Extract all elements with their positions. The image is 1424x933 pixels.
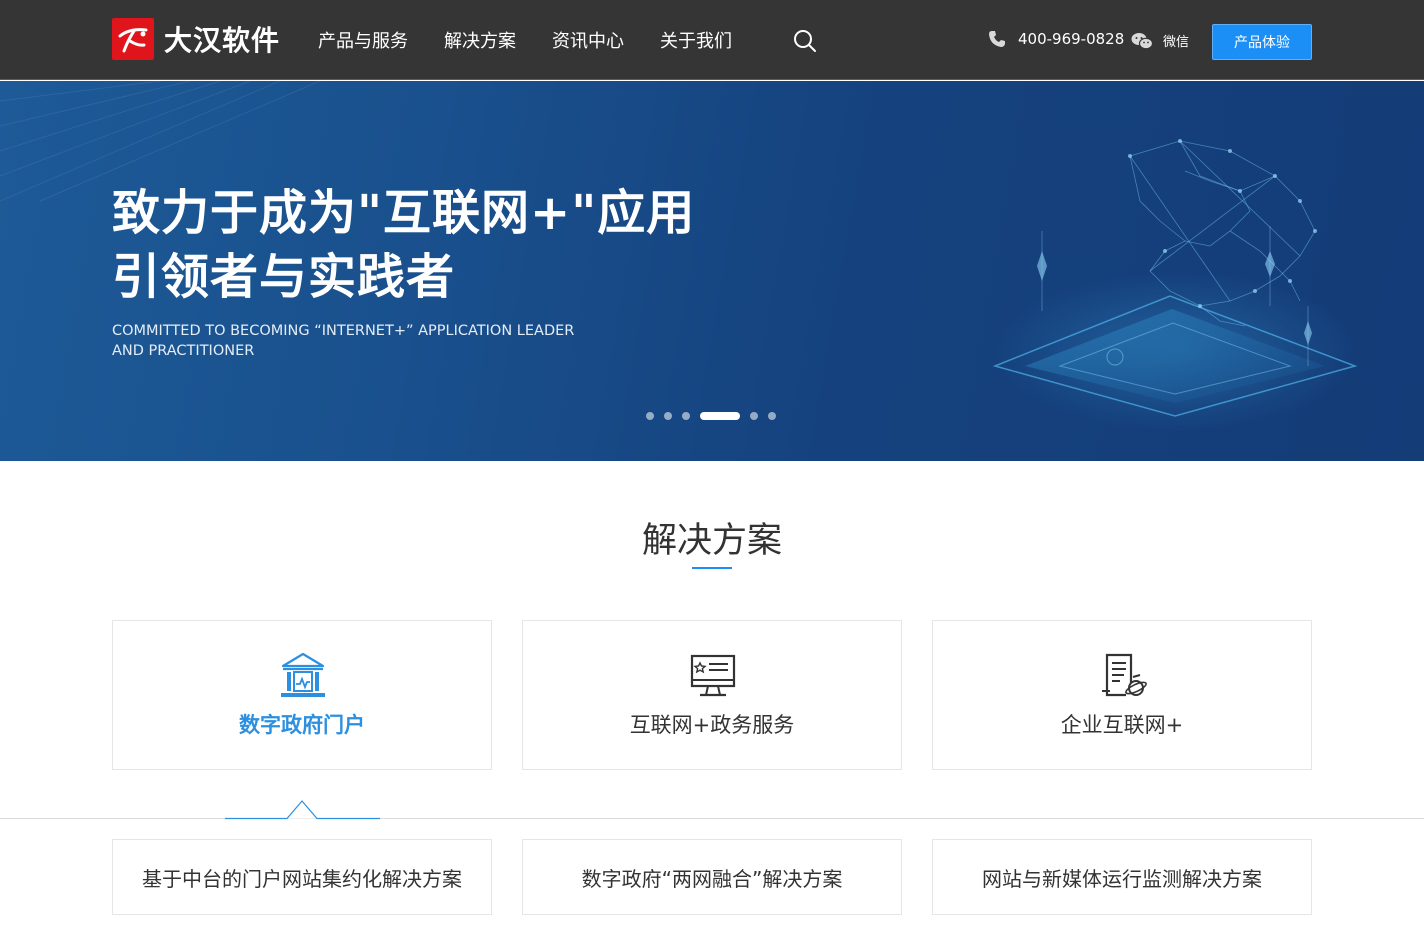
runner-logo-icon xyxy=(112,18,154,60)
solution-card-label: 数字政府门户 xyxy=(239,713,365,737)
solution-card-digital-government-portal[interactable]: 数字政府门户 xyxy=(112,620,492,770)
solution-card-enterprise-internet-plus[interactable]: 企业互联网+ xyxy=(932,620,1312,770)
banner-headline-line1: 致力于成为"互联网+"应用 xyxy=(112,185,696,241)
carousel-dot[interactable] xyxy=(768,412,776,420)
solution-card-label: 互联网+政务服务 xyxy=(629,713,795,737)
brand-logo[interactable]: 大汉软件 xyxy=(112,18,280,60)
carousel-dot-active[interactable] xyxy=(700,412,740,420)
carousel-dot[interactable] xyxy=(750,412,758,420)
title-underline xyxy=(692,567,732,569)
phone-icon xyxy=(989,31,1005,47)
top-header: 大汉软件 产品与服务 解决方案 资讯中心 关于我们 400-969-0828 微… xyxy=(0,0,1424,80)
solution-card-label: 企业互联网+ xyxy=(1060,713,1184,737)
wechat-icon xyxy=(1131,32,1153,49)
carousel-dot[interactable] xyxy=(682,412,690,420)
government-building-icon xyxy=(281,652,325,697)
banner-subtitle: COMMITTED TO BECOMING “INTERNET+” APPLIC… xyxy=(112,321,592,361)
nav-item-news[interactable]: 资讯中心 xyxy=(534,27,642,53)
banner-headline-line2: 引领者与实践者 xyxy=(112,249,456,305)
wechat-label: 微信 xyxy=(1163,35,1190,50)
sub-solution-item[interactable]: 数字政府“两网融合”解决方案 xyxy=(522,839,902,915)
product-trial-button[interactable]: 产品体验 xyxy=(1212,24,1312,60)
wechat-link[interactable]: 微信 xyxy=(1131,31,1189,50)
phone-number: 400-969-0828 xyxy=(1018,30,1125,48)
nav-item-products[interactable]: 产品与服务 xyxy=(300,27,426,53)
carousel-dots xyxy=(646,412,786,420)
hero-banner: 致力于成为"互联网+"应用 引领者与实践者 COMMITTED TO BECOM… xyxy=(0,81,1424,461)
nav-item-solutions[interactable]: 解决方案 xyxy=(426,27,534,53)
carousel-dot[interactable] xyxy=(646,412,654,420)
active-card-pointer xyxy=(225,800,380,820)
brand-name: 大汉软件 xyxy=(164,24,281,57)
section-title: 解决方案 xyxy=(641,521,782,561)
carousel-dot[interactable] xyxy=(664,412,672,420)
banner-headline: 致力于成为"互联网+"应用 引领者与实践者 xyxy=(112,181,695,309)
hotline: 400-969-0828 xyxy=(988,30,1124,48)
monitor-dashboard-icon xyxy=(690,654,736,697)
solution-card-internet-plus-gov-services[interactable]: 互联网+政务服务 xyxy=(522,620,902,770)
sub-solution-item[interactable]: 基于中台的门户网站集约化解决方案 xyxy=(112,839,492,915)
search-icon[interactable] xyxy=(792,28,818,54)
sub-solution-item[interactable]: 网站与新媒体运行监测解决方案 xyxy=(932,839,1312,915)
banner-subtitle-line1: COMMITTED TO BECOMING “INTERNET+” APPLIC… xyxy=(112,323,575,339)
nav-item-about[interactable]: 关于我们 xyxy=(642,27,750,53)
banner-subtitle-line2: AND PRACTITIONER xyxy=(112,343,255,359)
main-nav: 产品与服务 解决方案 资讯中心 关于我们 xyxy=(300,0,750,80)
document-globe-icon xyxy=(1102,653,1147,697)
